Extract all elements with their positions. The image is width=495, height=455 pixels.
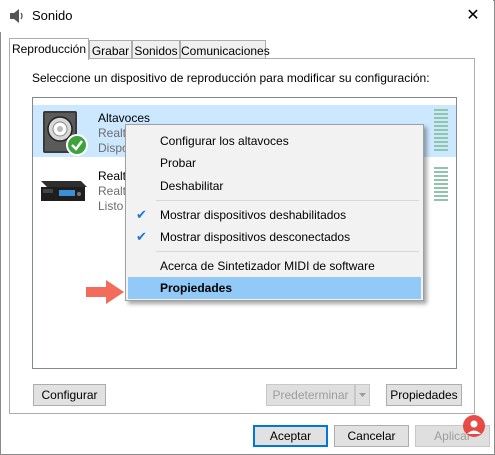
menu-item-mostrar-deshabilitados[interactable]: ✔ Mostrar dispositivos deshabilitados	[128, 204, 421, 226]
menu-item-label: Deshabilitar	[160, 179, 224, 193]
checkmark-icon: ✔	[136, 207, 147, 222]
device-name: Realt	[98, 169, 127, 183]
device-driver: Realt	[98, 184, 127, 198]
context-menu: Configurar los altavoces Probar Deshabil…	[125, 124, 424, 301]
checkmark-icon: ✔	[136, 229, 147, 244]
cancel-button[interactable]: Cancelar	[334, 425, 409, 447]
tab-comunicaciones[interactable]: Comunicaciones	[180, 40, 270, 60]
tab-grabar[interactable]: Grabar	[89, 40, 132, 60]
instruction-text: Seleccione un dispositivo de reproducció…	[32, 71, 430, 85]
menu-item-label: Propiedades	[160, 281, 233, 295]
window-title: Sonido	[32, 8, 73, 23]
menu-item-label: Acerca de Sintetizador MIDI de software	[160, 259, 375, 273]
speaker-title-icon	[10, 9, 23, 23]
menu-item-mostrar-desconectados[interactable]: ✔ Mostrar dispositivos desconectados	[128, 226, 421, 248]
properties-button[interactable]: Propiedades	[386, 384, 462, 406]
set-default-button[interactable]: Predeterminar	[266, 384, 355, 406]
menu-item-label: Mostrar dispositivos deshabilitados	[160, 208, 347, 222]
ok-button[interactable]: Aceptar	[253, 425, 328, 447]
device-driver: Realt	[98, 126, 127, 140]
menu-item-label: Probar	[160, 156, 197, 170]
menu-item-configurar-altavoces[interactable]: Configurar los altavoces	[128, 130, 421, 152]
speaker-icon	[43, 111, 88, 156]
tab-sonidos[interactable]: Sonidos	[132, 40, 180, 60]
pointer-arrow-icon	[86, 280, 124, 304]
menu-separator	[156, 251, 419, 252]
close-icon[interactable]: ✕	[462, 5, 484, 27]
menu-item-propiedades[interactable]: Propiedades	[128, 277, 421, 299]
level-meter	[434, 109, 448, 153]
menu-item-label: Mostrar dispositivos desconectados	[160, 230, 351, 244]
configure-button[interactable]: Configurar	[33, 384, 106, 406]
watermark-logo-icon	[463, 415, 485, 437]
device-name: Altavoces	[98, 111, 151, 125]
menu-item-label: Configurar los altavoces	[160, 134, 289, 148]
chevron-down-icon	[359, 393, 366, 397]
menu-item-acerca-midi[interactable]: Acerca de Sintetizador MIDI de software	[128, 255, 421, 277]
menu-separator	[156, 200, 419, 201]
level-meter	[434, 167, 448, 203]
tab-reproduccion[interactable]: Reproducción	[9, 38, 89, 60]
receiver-icon	[41, 181, 87, 201]
menu-item-probar[interactable]: Probar	[128, 152, 421, 174]
menu-item-deshabilitar[interactable]: Deshabilitar	[128, 175, 421, 197]
set-default-dropdown[interactable]	[355, 384, 370, 406]
device-status: Listo	[98, 199, 124, 213]
title-bar: Sonido ✕	[0, 0, 493, 32]
